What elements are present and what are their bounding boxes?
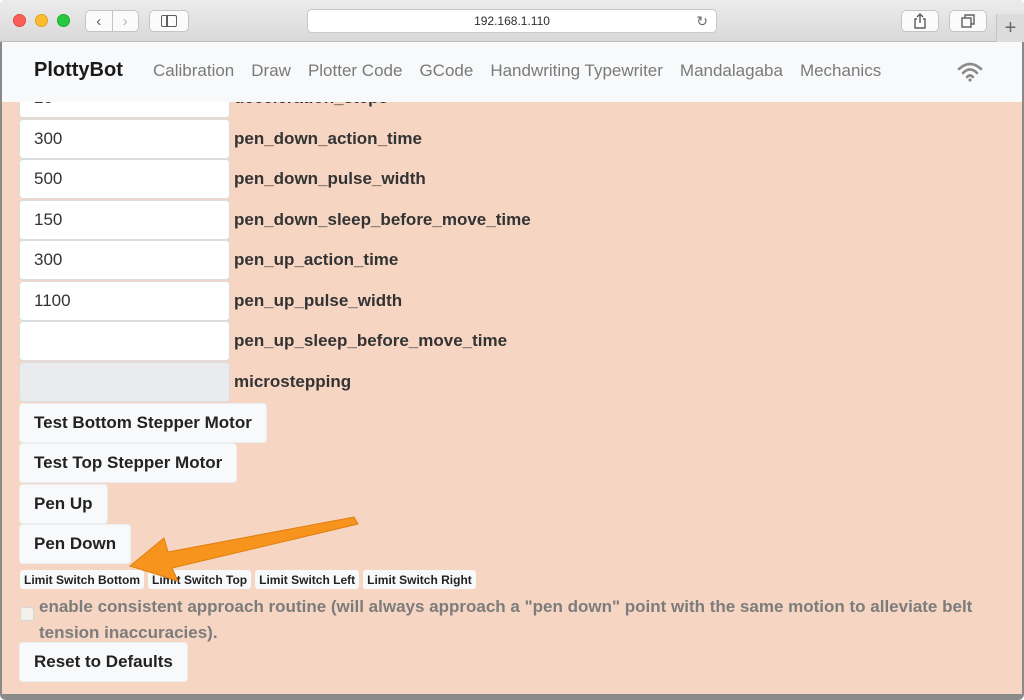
nav-link-draw[interactable]: Draw — [251, 61, 291, 81]
nav-link-plotter-code[interactable]: Plotter Code — [308, 61, 403, 81]
reset-to-defaults-button[interactable]: Reset to Defaults — [19, 642, 188, 682]
back-button[interactable]: ‹ — [86, 11, 112, 31]
nav-link-calibration[interactable]: Calibration — [153, 61, 234, 81]
pen-up-action-time-label: pen_up_action_time — [234, 250, 399, 269]
setting-row-pen-down-sleep-before-move-time: 150 pen_down_sleep_before_move_time — [19, 200, 531, 240]
pen-down-action-time-label: pen_down_action_time — [234, 129, 422, 148]
pen-up-button[interactable]: Pen Up — [19, 484, 108, 524]
pen-down-sleep-before-move-time-label: pen_down_sleep_before_move_time — [234, 210, 531, 229]
pen-up-pulse-width-input[interactable]: 1100 — [19, 281, 230, 321]
url-text: 192.168.1.110 — [474, 14, 550, 28]
page-content: PlottyBot Calibration Draw Plotter Code … — [2, 42, 1022, 694]
approach-routine-checkbox[interactable] — [20, 607, 34, 621]
tabs-overview-icon — [961, 14, 975, 28]
annotation-arrow-icon — [128, 516, 359, 582]
setting-row-pen-down-action-time: 300 pen_down_action_time — [19, 119, 422, 159]
limit-switch-right-badge: Limit Switch Right — [363, 570, 476, 589]
nav-link-gcode[interactable]: GCode — [419, 61, 473, 81]
pen-down-pulse-width-label: pen_down_pulse_width — [234, 169, 426, 188]
test-bottom-stepper-motor-button[interactable]: Test Bottom Stepper Motor — [19, 403, 267, 443]
pen-up-sleep-before-move-time-input[interactable] — [19, 321, 230, 361]
history-nav: ‹ › — [85, 10, 139, 32]
pen-down-button[interactable]: Pen Down — [19, 524, 132, 564]
plus-icon: + — [1004, 16, 1017, 39]
chevron-left-icon: ‹ — [96, 12, 102, 30]
pen-down-pulse-width-input[interactable]: 500 — [19, 159, 230, 199]
setting-row-pen-up-action-time: 300 pen_up_action_time — [19, 240, 398, 280]
maximize-window-button[interactable] — [57, 14, 70, 27]
browser-window: ‹ › 192.168.1.110 ↻ + PlottyBot Calibrat… — [0, 0, 1024, 700]
setting-row-microstepping: microstepping — [19, 362, 351, 402]
sidebar-toggle-button[interactable] — [149, 10, 189, 32]
setting-row-pen-up-sleep-before-move-time: pen_up_sleep_before_move_time — [19, 321, 507, 361]
approach-routine-label: enable consistent approach routine (will… — [39, 597, 973, 642]
top-navbar: PlottyBot Calibration Draw Plotter Code … — [2, 42, 1022, 102]
forward-button[interactable]: › — [111, 11, 139, 31]
microstepping-input — [19, 362, 230, 402]
pen-up-sleep-before-move-time-label: pen_up_sleep_before_move_time — [234, 331, 508, 350]
nav-link-mechanics[interactable]: Mechanics — [800, 61, 881, 81]
pen-down-action-time-input[interactable]: 300 — [19, 119, 230, 159]
brand-logo[interactable]: PlottyBot — [34, 59, 123, 82]
nav-link-mandalagaba[interactable]: Mandalagaba — [680, 61, 783, 81]
browser-toolbar: ‹ › 192.168.1.110 ↻ + — [0, 0, 1024, 42]
wifi-icon — [957, 62, 983, 82]
setting-row-pen-down-pulse-width: 500 pen_down_pulse_width — [19, 159, 426, 199]
sidebar-icon — [161, 15, 177, 27]
test-top-stepper-motor-button[interactable]: Test Top Stepper Motor — [19, 443, 238, 483]
pen-up-pulse-width-label: pen_up_pulse_width — [234, 291, 403, 310]
reload-icon[interactable]: ↻ — [696, 13, 708, 30]
close-window-button[interactable] — [13, 14, 26, 27]
chevron-right-icon: › — [122, 12, 128, 30]
setting-row-pen-up-pulse-width: 1100 pen_up_pulse_width — [19, 281, 402, 321]
minimize-window-button[interactable] — [35, 14, 48, 27]
new-tab-button[interactable]: + — [996, 14, 1024, 42]
nav-links: Calibration Draw Plotter Code GCode Hand… — [153, 61, 881, 81]
nav-link-handwriting-typewriter[interactable]: Handwriting Typewriter — [490, 61, 663, 81]
share-icon — [914, 13, 926, 29]
show-tabs-button[interactable] — [949, 10, 987, 32]
address-bar[interactable]: 192.168.1.110 ↻ — [307, 9, 717, 33]
pen-down-sleep-before-move-time-input[interactable]: 150 — [19, 200, 230, 240]
share-button[interactable] — [901, 10, 939, 32]
pen-up-action-time-input[interactable]: 300 — [19, 240, 230, 280]
microstepping-label: microstepping — [234, 372, 352, 391]
